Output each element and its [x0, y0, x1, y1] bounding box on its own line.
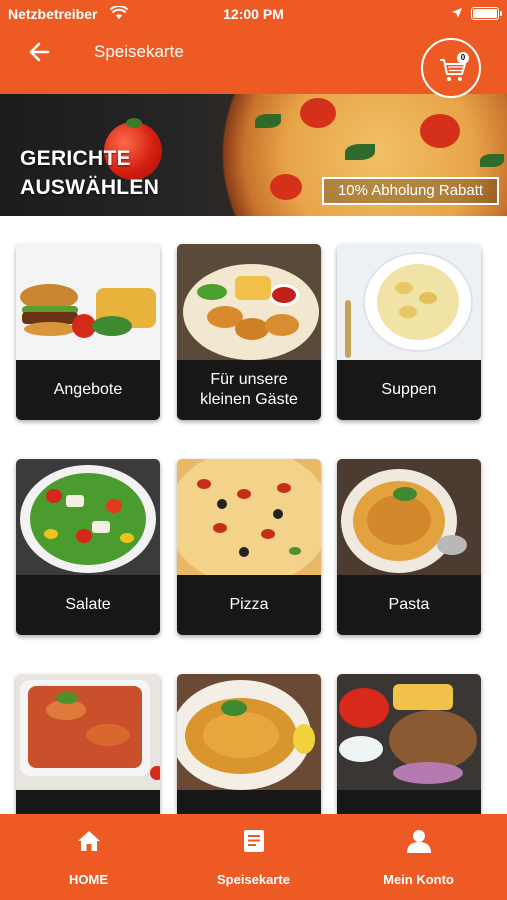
basil-leaf — [345, 144, 375, 160]
home-icon — [76, 828, 102, 854]
pasta-image — [337, 459, 481, 575]
category-card-angebote[interactable]: Angebote — [16, 244, 160, 420]
bottom-tab-bar: HOME Speisekarte Mein Konto — [0, 814, 507, 900]
category-card-pizza[interactable]: Pizza — [177, 459, 321, 635]
category-label — [337, 790, 481, 814]
tab-mein-konto[interactable]: Mein Konto — [334, 814, 503, 900]
tomato-slice — [270, 174, 302, 200]
category-label: Für unsere kleinen Gäste — [177, 360, 321, 420]
promo-banner: GERICHTE AUSWÄHLEN 10% Abholung Rabatt — [0, 94, 507, 216]
category-label: Angebote — [16, 360, 160, 420]
status-bar: Netzbetreiber 12:00 PM — [0, 0, 507, 28]
category-label — [177, 790, 321, 814]
category-card-kinder[interactable]: Für unsere kleinen Gäste — [177, 244, 321, 420]
tab-home[interactable]: HOME — [4, 814, 173, 900]
discount-badge: 10% Abholung Rabatt — [322, 177, 499, 205]
tab-speisekarte[interactable]: Speisekarte — [169, 814, 338, 900]
tomato-slice — [420, 114, 460, 148]
tab-label: HOME — [69, 872, 108, 887]
category-card-aufläufe[interactable] — [16, 674, 160, 814]
basil-leaf — [480, 154, 504, 167]
category-label: Pizza — [177, 575, 321, 635]
banner-headline: GERICHTE AUSWÄHLEN — [20, 147, 160, 199]
user-icon — [406, 828, 432, 854]
battery-icon — [471, 7, 502, 20]
location-arrow-icon — [451, 6, 463, 24]
category-card-pasta[interactable]: Pasta — [337, 459, 481, 635]
category-label: Suppen — [337, 360, 481, 420]
nuggets-image — [177, 244, 321, 360]
category-label: Pasta — [337, 575, 481, 635]
category-card-döner[interactable] — [337, 674, 481, 814]
category-label — [16, 790, 160, 814]
cart-button[interactable]: 0 — [421, 38, 481, 98]
page-title: Speisekarte — [94, 42, 184, 61]
tab-label: Speisekarte — [217, 872, 290, 887]
menu-list-icon — [241, 828, 267, 854]
salad-image — [16, 459, 160, 575]
schnitzel-image — [177, 674, 321, 790]
soup-image — [337, 244, 481, 360]
category-card-suppen[interactable]: Suppen — [337, 244, 481, 420]
basil-leaf — [255, 114, 281, 128]
category-grid: Angebote Für unsere kleinen Gäste Suppen — [0, 216, 507, 814]
pizza-image — [177, 459, 321, 575]
cart-count-badge: 0 — [457, 52, 469, 64]
burger-image — [16, 244, 160, 360]
category-card-salate[interactable]: Salate — [16, 459, 160, 635]
clock: 12:00 PM — [223, 6, 284, 22]
doner-image — [337, 674, 481, 790]
back-arrow-icon[interactable] — [26, 38, 54, 66]
category-label: Salate — [16, 575, 160, 635]
category-card-schnitzel[interactable] — [177, 674, 321, 814]
lasagna-image — [16, 674, 160, 790]
tab-label: Mein Konto — [383, 872, 454, 887]
tomato-slice — [300, 98, 336, 128]
